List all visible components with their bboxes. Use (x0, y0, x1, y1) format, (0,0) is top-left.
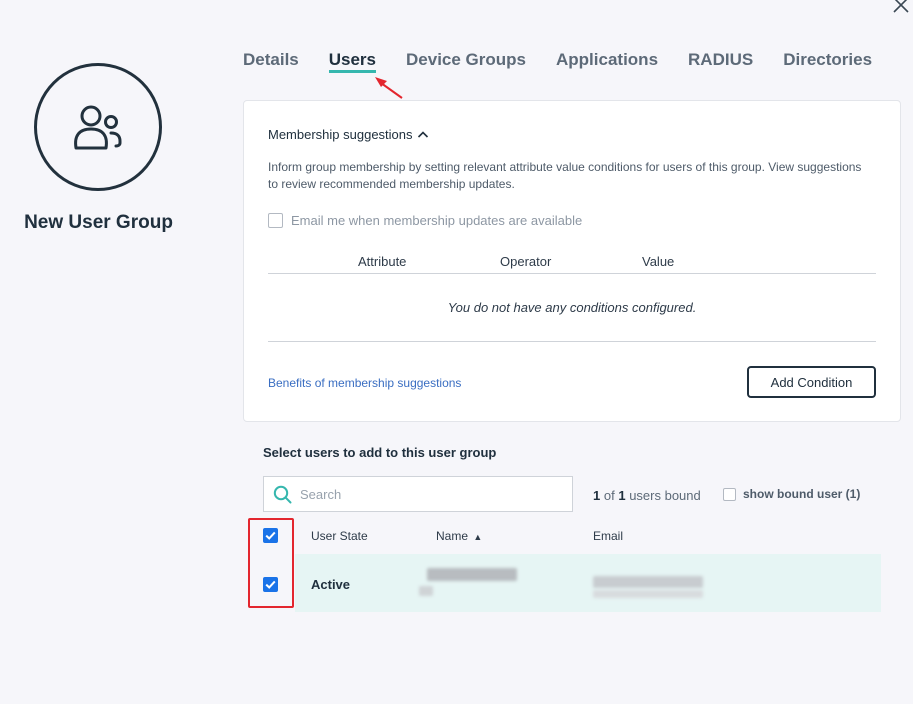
show-bound-checkbox[interactable] (723, 487, 736, 501)
tab-details[interactable]: Details (243, 49, 299, 73)
membership-description: Inform group membership by setting relev… (268, 160, 862, 191)
select-users-title: Select users to add to this user group (263, 445, 497, 460)
email-updates-option[interactable]: Email me when membership updates are ava… (268, 213, 582, 228)
tab-device-groups[interactable]: Device Groups (406, 49, 526, 73)
email-updates-label: Email me when membership updates are ava… (291, 213, 583, 228)
email-updates-checkbox[interactable] (268, 213, 283, 228)
tab-radius[interactable]: RADIUS (688, 49, 753, 73)
operator-column-header: Operator (500, 254, 552, 269)
email-column-header[interactable]: Email (593, 529, 623, 543)
redacted-name-fragment (419, 586, 433, 596)
show-bound-option[interactable]: show bound user (1) (723, 487, 860, 501)
search-icon (273, 485, 292, 503)
benefits-link[interactable]: Benefits of membership suggestions (268, 376, 461, 390)
group-avatar (34, 63, 162, 191)
select-all-checkbox[interactable] (263, 528, 278, 543)
group-title: New User Group (24, 212, 173, 233)
bound-total-count: 1 (618, 488, 626, 503)
redacted-name (427, 568, 517, 581)
check-icon (265, 531, 276, 540)
users-table-header: User State Name ▲ Email (249, 517, 881, 554)
membership-suggestions-toggle[interactable]: Membership suggestions (268, 127, 429, 142)
search-input[interactable] (300, 486, 560, 502)
tab-directories[interactable]: Directories (783, 49, 872, 73)
chevron-up-icon (417, 131, 428, 138)
bound-current-count: 1 (593, 488, 601, 503)
name-column-label: Name (436, 529, 469, 543)
users-table: User State Name ▲ Email Active (249, 517, 881, 612)
bound-count: 1 of 1 users bound (593, 488, 701, 503)
check-icon (265, 580, 276, 589)
value-column-header: Value (642, 254, 675, 269)
close-icon[interactable] (890, 0, 912, 18)
user-state-column-header[interactable]: User State (311, 529, 368, 543)
table-row[interactable]: Active (263, 554, 881, 612)
users-icon (74, 105, 122, 150)
show-bound-label: show bound user (1) (743, 487, 861, 501)
tab-users[interactable]: Users (328, 49, 377, 73)
tab-bar: Details Users Device Groups Applications… (243, 49, 872, 73)
user-state-cell: Active (311, 577, 351, 592)
bound-suffix-label: users bound (629, 488, 701, 503)
add-condition-button[interactable]: Add Condition (747, 366, 876, 398)
redacted-email (593, 576, 703, 588)
annotation-arrow (375, 77, 403, 99)
conditions-divider (268, 341, 876, 342)
tab-applications[interactable]: Applications (556, 49, 658, 73)
row-select-checkbox[interactable] (263, 577, 278, 592)
membership-suggestions-card: Membership suggestions Inform group memb… (243, 100, 901, 422)
attribute-column-header: Attribute (358, 254, 407, 269)
conditions-table-header: Attribute Operator Value (268, 251, 876, 274)
search-field[interactable] (263, 476, 573, 512)
sort-ascending-icon: ▲ (473, 532, 483, 542)
name-column-header[interactable]: Name ▲ (436, 529, 482, 543)
bound-of-label: of (603, 488, 615, 503)
user-group-dialog: New User Group Details Users Device Grou… (0, 0, 913, 704)
no-conditions-message: You do not have any conditions configure… (447, 300, 697, 315)
redacted-email-fragment (593, 590, 703, 598)
membership-suggestions-title: Membership suggestions (268, 127, 413, 142)
